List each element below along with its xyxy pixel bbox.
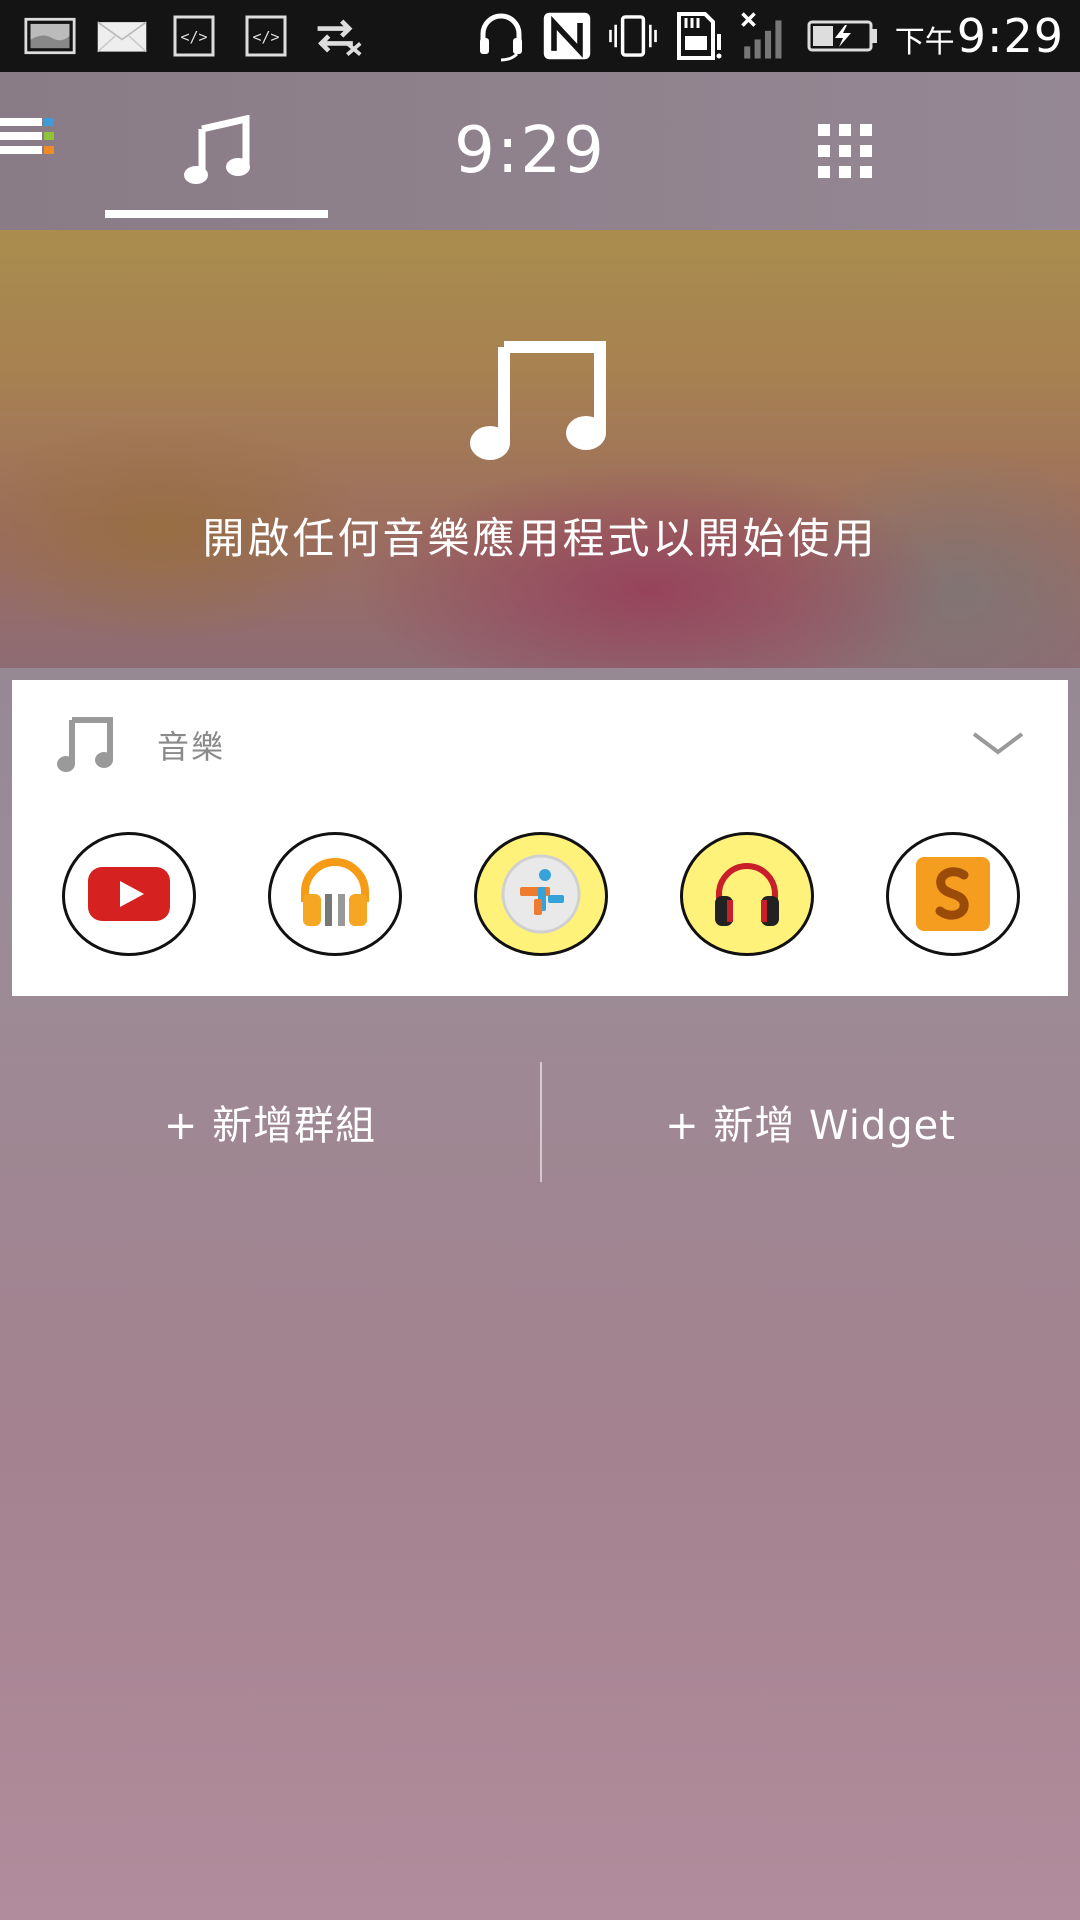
active-tab-indicator — [105, 210, 328, 218]
music-note-icon — [183, 115, 250, 184]
tab-clock[interactable]: 9:29 — [400, 72, 660, 230]
tab-music[interactable] — [105, 72, 328, 230]
menu-icon[interactable] — [0, 118, 54, 180]
music-group-card: 音樂 — [12, 680, 1068, 996]
youtube-icon — [88, 867, 170, 921]
code-icon: </> — [240, 13, 292, 59]
music-note-icon — [57, 717, 113, 772]
google-play-music-icon — [301, 858, 369, 926]
app-shortcuts — [12, 832, 1068, 962]
add-group-button[interactable]: + 新增群組 — [0, 1062, 540, 1182]
tunein-icon — [501, 854, 581, 934]
grid-icon — [818, 124, 872, 178]
card-title: 音樂 — [157, 728, 226, 766]
soundhound-app[interactable] — [886, 832, 1020, 956]
data-transfer-icon — [312, 13, 364, 59]
status-time: 9:29 — [956, 9, 1064, 63]
tunein-app[interactable] — [474, 832, 608, 956]
youtube-app[interactable] — [62, 832, 196, 956]
google-play-music-app[interactable] — [268, 832, 402, 956]
card-header[interactable]: 音樂 — [12, 680, 1068, 800]
am-pm-label: 下午 — [894, 25, 955, 60]
beats-app[interactable] — [680, 832, 814, 956]
mail-icon — [96, 13, 148, 59]
chevron-down-icon[interactable] — [972, 722, 1024, 762]
vibrate-icon — [607, 13, 659, 59]
status-bar: </> </> 下午 9:29 — [0, 0, 1080, 72]
soundhound-icon — [916, 857, 990, 931]
nfc-icon — [541, 12, 593, 60]
battery-charging-icon — [805, 13, 881, 59]
sd-card-alert-icon — [673, 12, 725, 60]
no-signal-icon — [739, 12, 791, 59]
code-icon: </> — [168, 13, 220, 59]
add-actions: + 新增群組 + 新增 Widget — [0, 1062, 1080, 1182]
clock-status: 下午 9:29 — [895, 9, 1064, 63]
headset-icon — [475, 13, 527, 62]
svg-text:</>: </> — [180, 28, 207, 46]
image-notification-icon — [24, 13, 76, 59]
top-tab-bar: 9:29 — [0, 72, 1080, 230]
tab-apps[interactable] — [790, 72, 900, 230]
music-note-icon — [470, 341, 606, 460]
music-hero-banner[interactable]: 開啟任何音樂應用程式以開始使用 — [0, 230, 1080, 668]
beats-headphones-icon — [715, 863, 779, 926]
hero-message: 開啟任何音樂應用程式以開始使用 — [202, 514, 878, 563]
svg-text:</>: </> — [252, 28, 279, 46]
add-widget-button[interactable]: + 新增 Widget — [541, 1062, 1080, 1182]
